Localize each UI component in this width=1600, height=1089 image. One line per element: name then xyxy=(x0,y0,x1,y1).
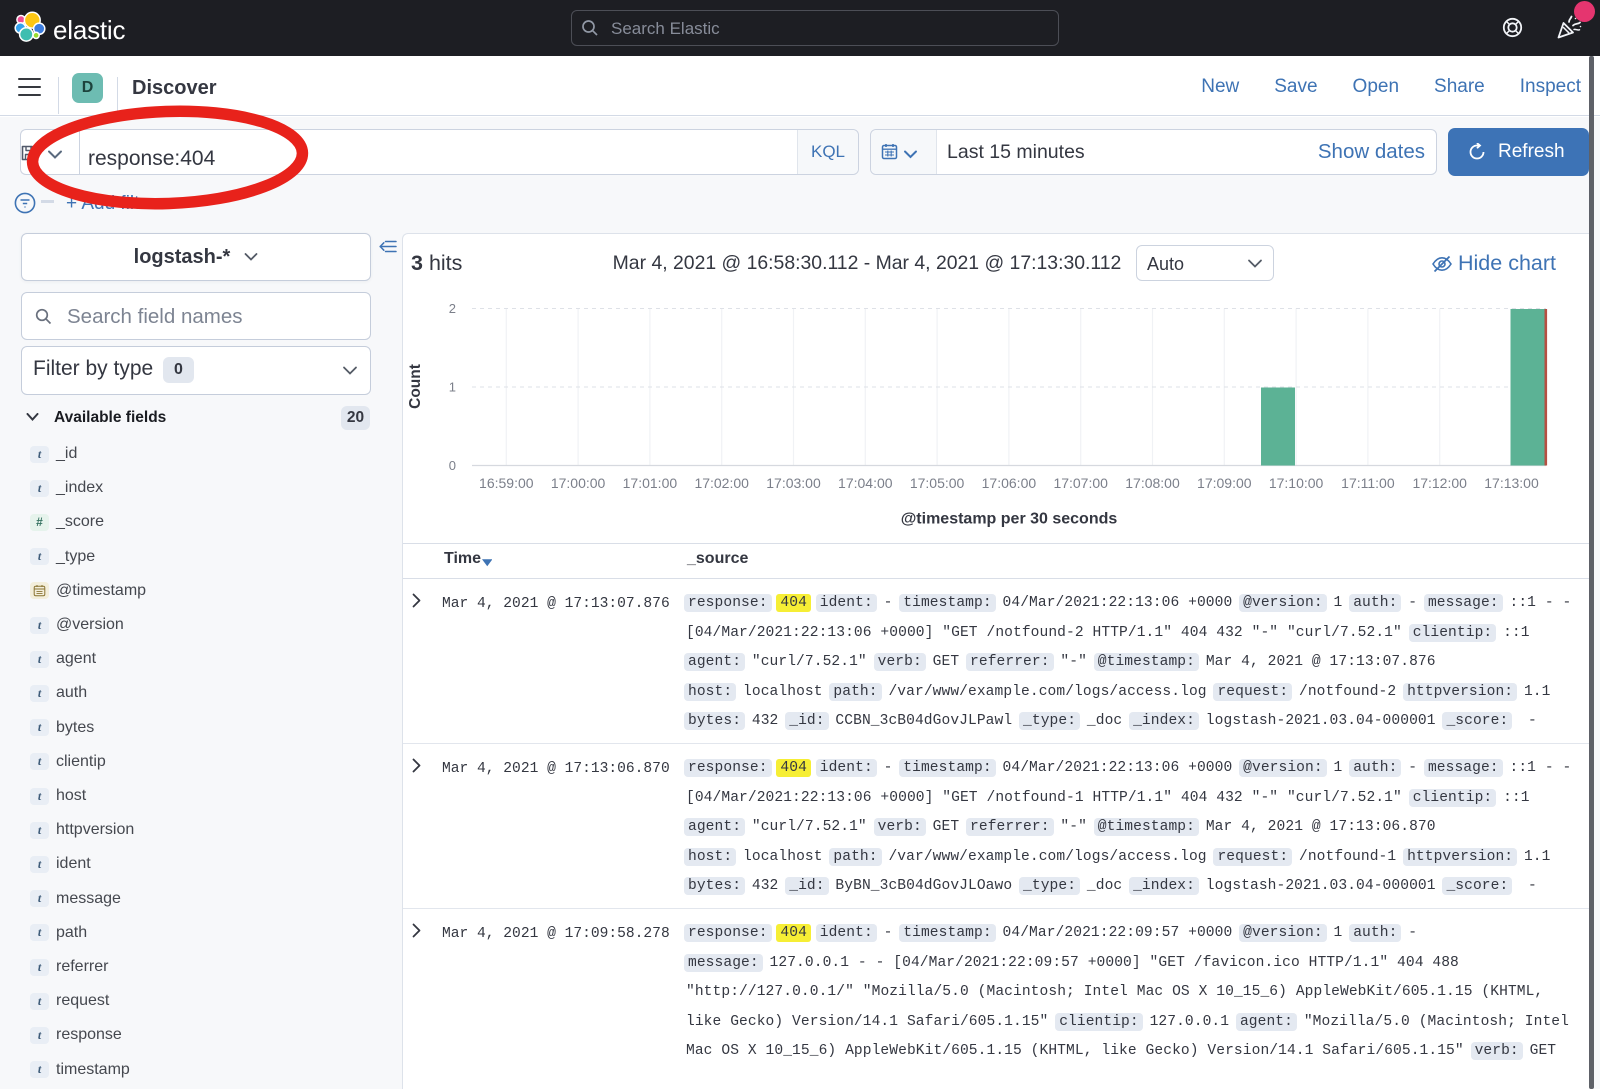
svg-text:17:08:00: 17:08:00 xyxy=(1125,475,1180,491)
svg-text:17:04:00: 17:04:00 xyxy=(838,475,893,491)
svg-text:17:07:00: 17:07:00 xyxy=(1053,475,1108,491)
svg-text:1: 1 xyxy=(449,380,456,395)
svg-text:17:10:00: 17:10:00 xyxy=(1269,475,1324,491)
svg-text:17:13:00: 17:13:00 xyxy=(1484,475,1539,491)
svg-text:0: 0 xyxy=(449,458,456,473)
svg-text:17:02:00: 17:02:00 xyxy=(694,475,749,491)
svg-text:2: 2 xyxy=(449,301,456,316)
svg-text:17:09:00: 17:09:00 xyxy=(1197,475,1252,491)
svg-text:17:11:00: 17:11:00 xyxy=(1341,475,1395,491)
svg-text:17:06:00: 17:06:00 xyxy=(982,475,1037,491)
svg-text:17:01:00: 17:01:00 xyxy=(623,475,678,491)
svg-text:Count: Count xyxy=(407,364,424,409)
svg-text:16:59:00: 16:59:00 xyxy=(479,475,534,491)
svg-text:17:05:00: 17:05:00 xyxy=(910,475,965,491)
svg-text:17:00:00: 17:00:00 xyxy=(551,475,606,491)
svg-text:17:03:00: 17:03:00 xyxy=(766,475,821,491)
svg-text:17:12:00: 17:12:00 xyxy=(1412,475,1467,491)
svg-text:@timestamp per 30 seconds: @timestamp per 30 seconds xyxy=(901,511,1118,528)
